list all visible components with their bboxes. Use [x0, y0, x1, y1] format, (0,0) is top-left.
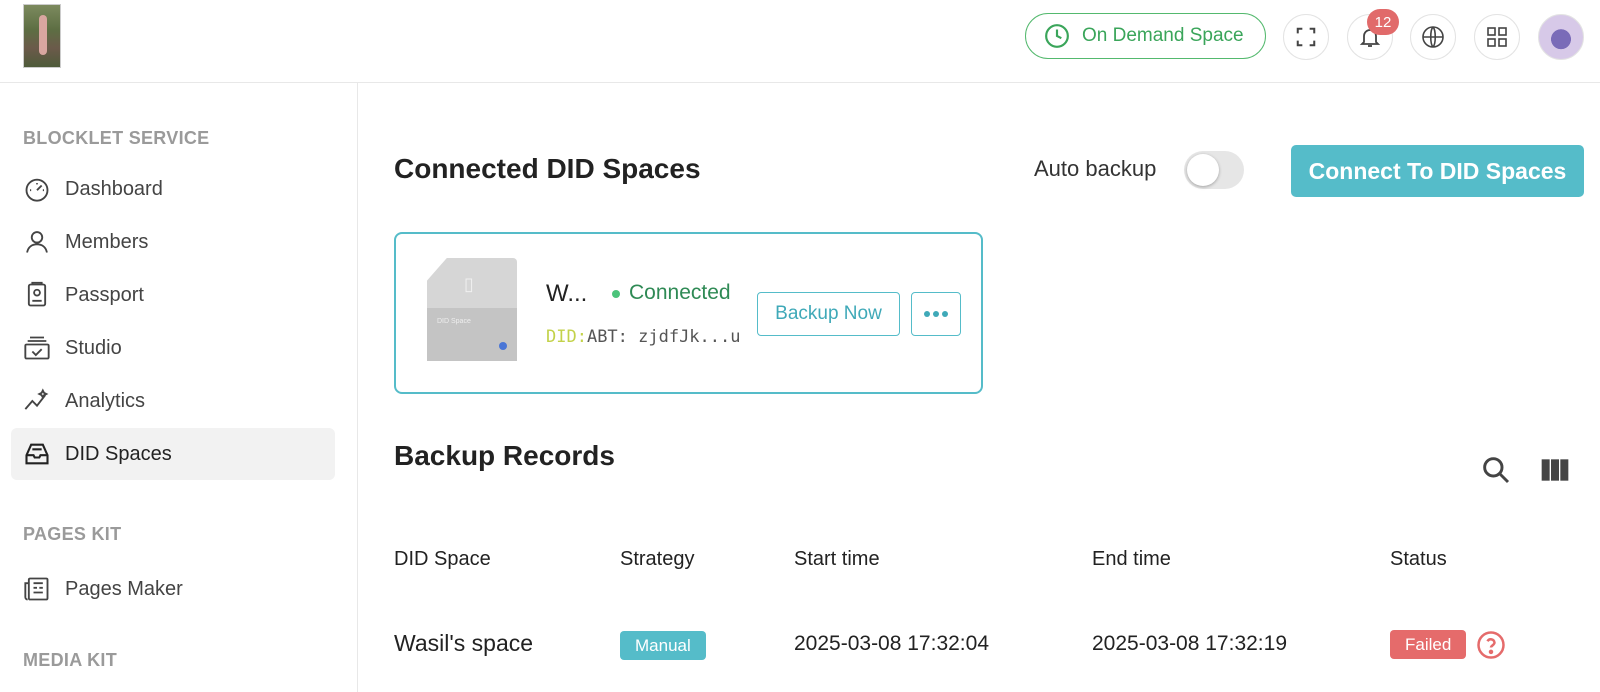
space-name: W... [546, 280, 588, 307]
studio-icon [24, 336, 50, 360]
section-title-blocklet-service: BLOCKLET SERVICE [23, 128, 210, 148]
user-avatar[interactable] [1538, 14, 1584, 60]
passport-icon [27, 281, 47, 307]
sidebar-item-label: Analytics [65, 389, 146, 412]
sidebar: BLOCKLET SERVICE Dashboard Members Passp… [0, 83, 358, 692]
did-logo-icon: ▯ [464, 274, 474, 294]
globe-icon [1422, 26, 1444, 48]
did-address[interactable]: DID:ABT: zjdfJk...uS [546, 327, 741, 347]
backup-records-title: Backup Records [394, 440, 615, 471]
sidebar-item-analytics[interactable]: Analytics [11, 375, 335, 427]
backup-now-button[interactable]: Backup Now [757, 292, 900, 336]
status-dot-icon [612, 290, 620, 298]
fullscreen-icon [1296, 27, 1316, 47]
row-space-name: Wasil's space [394, 630, 534, 656]
did-space-thumbnail: ▯ DID Space [427, 258, 517, 361]
sidebar-item-label: Studio [65, 336, 122, 359]
sidebar-item-label: Members [65, 230, 149, 253]
sidebar-item-dashboard[interactable]: Dashboard [11, 163, 335, 215]
column-header-did-space[interactable]: DID Space [394, 548, 491, 571]
sidebar-item-pages-maker[interactable]: Pages Maker [11, 563, 335, 615]
did-space-card: ▯ DID Space W... Connected DID:ABT: zjdf… [394, 232, 983, 394]
strategy-badge: Manual [620, 631, 706, 660]
auto-backup-label: Auto backup [1034, 156, 1157, 181]
more-horizontal-icon [924, 311, 948, 317]
connect-to-did-spaces-button[interactable]: Connect To DID Spaces [1291, 145, 1584, 197]
more-options-button[interactable] [911, 292, 961, 336]
connection-status: Connected [629, 281, 731, 304]
section-title-pages-kit: PAGES KIT [23, 524, 122, 544]
apps-button[interactable] [1474, 14, 1520, 60]
notification-count-badge: 12 [1367, 9, 1399, 35]
on-demand-space-label: On Demand Space [1082, 25, 1244, 46]
column-header-end-time[interactable]: End time [1092, 548, 1171, 571]
fullscreen-button[interactable] [1283, 14, 1329, 60]
sidebar-item-passport[interactable]: Passport [11, 269, 335, 321]
row-end-time: 2025-03-08 17:32:19 [1092, 632, 1287, 655]
thumbnail-band [427, 308, 517, 361]
auto-backup-toggle[interactable] [1184, 151, 1244, 189]
help-icon[interactable] [1476, 630, 1506, 660]
column-header-start-time[interactable]: Start time [794, 548, 880, 571]
sidebar-item-label: Pages Maker [65, 577, 183, 600]
row-start-time: 2025-03-08 17:32:04 [794, 632, 989, 655]
top-header: On Demand Space 12 [0, 0, 1600, 83]
sidebar-item-label: Dashboard [65, 177, 163, 200]
columns-icon[interactable] [1539, 454, 1571, 486]
column-header-status[interactable]: Status [1390, 548, 1447, 571]
connected-spaces-title: Connected DID Spaces [394, 153, 701, 184]
sidebar-item-members[interactable]: Members [11, 216, 335, 268]
thumbnail-title: DID Space [437, 318, 471, 325]
sidebar-item-label: DID Spaces [65, 442, 172, 465]
on-demand-space-button[interactable]: On Demand Space [1025, 13, 1266, 59]
app-logo[interactable] [23, 4, 61, 68]
language-button[interactable] [1410, 14, 1456, 60]
thumbnail-dot [499, 342, 507, 350]
did-value: ABT: zjdfJk...uS [586, 327, 741, 347]
toggle-knob [1187, 154, 1219, 186]
did-spaces-icon [25, 443, 49, 465]
sidebar-item-studio[interactable]: Studio [11, 322, 335, 374]
user-icon [26, 231, 48, 253]
status-badge: Failed [1390, 630, 1467, 659]
sidebar-item-did-spaces[interactable]: DID Spaces [11, 428, 335, 480]
column-header-strategy[interactable]: Strategy [620, 548, 694, 571]
clock-icon [1045, 24, 1069, 48]
sidebar-item-label: Passport [65, 283, 144, 306]
did-prefix: DID: [546, 327, 587, 347]
search-icon[interactable] [1480, 454, 1512, 486]
pages-icon [24, 577, 49, 601]
analytics-icon [24, 388, 49, 410]
apps-grid-icon [1487, 27, 1507, 47]
dashboard-icon [25, 178, 49, 202]
section-title-media-kit: MEDIA KIT [23, 650, 118, 670]
